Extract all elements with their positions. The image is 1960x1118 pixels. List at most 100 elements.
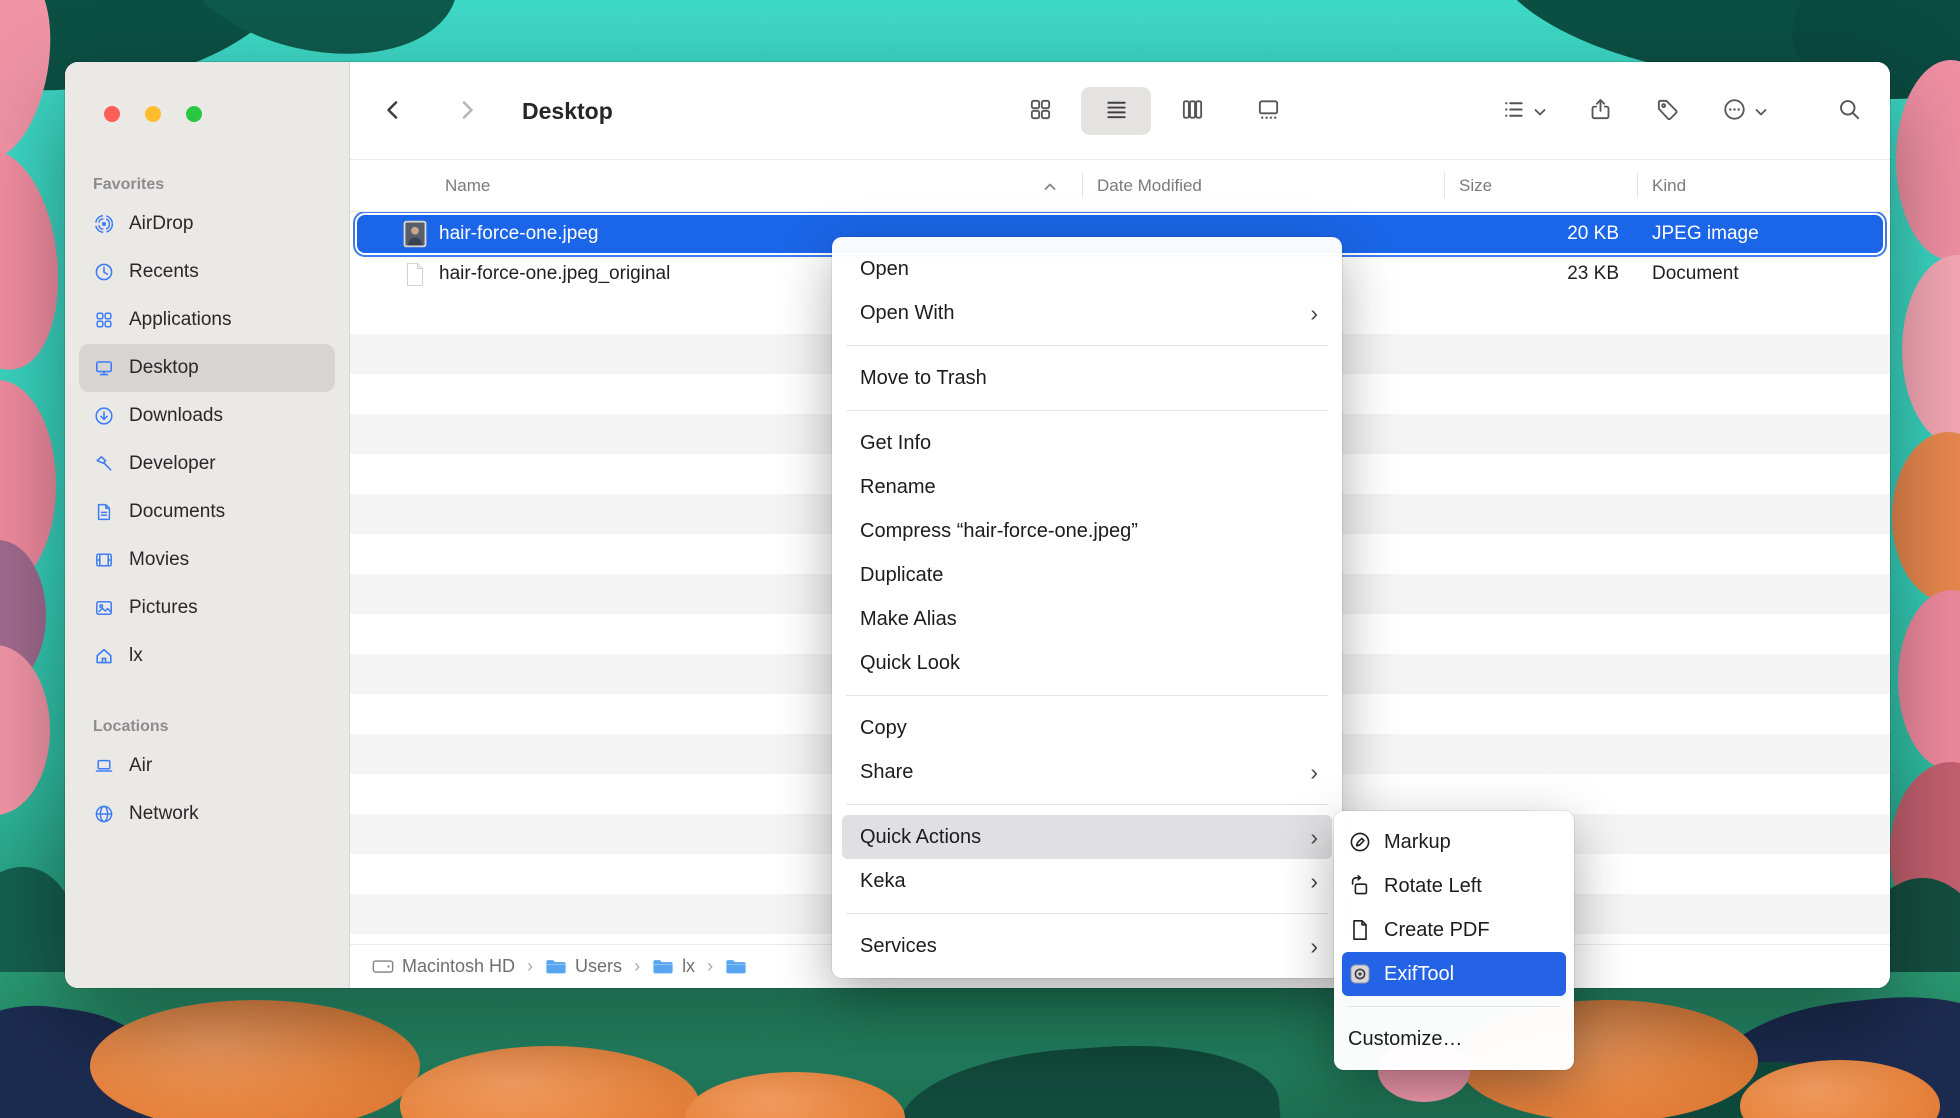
file-size: 20 KB [1444, 223, 1637, 245]
group-icon [1501, 97, 1526, 125]
column-divider[interactable] [1444, 173, 1445, 198]
submenu-item-rotate-left[interactable]: Rotate Left [1334, 864, 1574, 908]
path-item-users[interactable]: Users [545, 956, 622, 977]
exiftool-icon [1348, 963, 1372, 985]
sidebar-item-air[interactable]: Air [79, 742, 335, 790]
column-label: Size [1459, 176, 1492, 196]
sidebar-item-movies[interactable]: Movies [79, 536, 335, 584]
share-button[interactable] [1588, 97, 1613, 125]
sidebar-item-pictures[interactable]: Pictures [79, 584, 335, 632]
sidebar-item-label: Desktop [129, 357, 199, 379]
search-button[interactable] [1837, 97, 1862, 125]
menu-item-label: Duplicate [860, 564, 1318, 587]
more-circle-icon [1722, 97, 1747, 125]
context-menu: Open Open With› Move to Trash Get InfoRenam… [832, 237, 1342, 978]
column-divider[interactable] [1637, 173, 1638, 198]
menu-item-compress-hair-force-one-jpeg[interactable]: Compress “hair-force-one.jpeg” [832, 509, 1342, 553]
column-header-date-modified[interactable]: Date Modified [1082, 160, 1444, 211]
submenu-item-customize[interactable]: Customize… [1334, 1017, 1574, 1061]
airdrop-icon [93, 214, 115, 234]
document-icon [93, 502, 115, 522]
submenu-item-markup[interactable]: Markup [1334, 820, 1574, 864]
path-item-lx[interactable]: lx [652, 956, 695, 977]
gallery-view-button[interactable] [1233, 87, 1303, 135]
path-separator: › [634, 956, 640, 977]
submenu-item-exiftool[interactable]: ExifTool [1342, 952, 1566, 996]
back-button[interactable] [380, 87, 406, 135]
sidebar-item-label: AirDrop [129, 213, 193, 235]
menu-item-label: Open [860, 258, 1318, 281]
sidebar-item-developer[interactable]: Developer [79, 440, 335, 488]
forward-button[interactable] [454, 87, 480, 135]
sidebar-item-airdrop[interactable]: AirDrop [79, 200, 335, 248]
sidebar-item-network[interactable]: Network [79, 790, 335, 838]
file-name: hair-force-one.jpeg [439, 223, 598, 245]
desktop-icon [93, 358, 115, 378]
create-pdf-icon [1348, 919, 1372, 941]
sidebar: FavoritesAirDropRecentsApplicationsDeskt… [65, 62, 350, 988]
menu-item-open[interactable]: Open [832, 247, 1342, 291]
column-header-size[interactable]: Size [1444, 160, 1637, 211]
close-button[interactable] [104, 106, 120, 122]
sidebar-item-downloads[interactable]: Downloads [79, 392, 335, 440]
wallpaper-flower [0, 145, 68, 376]
menu-item-label: Quick Look [860, 652, 1318, 675]
menu-separator [846, 410, 1328, 411]
sidebar-item-label: lx [129, 645, 143, 667]
list-view-button[interactable] [1081, 87, 1151, 135]
menu-item-share[interactable]: Share› [832, 750, 1342, 794]
path-item-macintosh-hd[interactable]: Macintosh HD [372, 956, 515, 977]
minimize-button[interactable] [145, 106, 161, 122]
column-divider[interactable] [1082, 173, 1083, 198]
menu-item-label: Copy [860, 717, 1318, 740]
sidebar-item-desktop[interactable]: Desktop [79, 344, 335, 392]
more-actions-button[interactable] [1722, 97, 1767, 125]
sidebar-item-documents[interactable]: Documents [79, 488, 335, 536]
blank-document-icon [402, 261, 428, 288]
path-item-truncated[interactable] [725, 958, 747, 975]
menu-item-label: Services [860, 935, 1310, 958]
sidebar-item-label: Downloads [129, 405, 223, 427]
search-icon [1837, 97, 1862, 125]
sidebar-item-lx[interactable]: lx [79, 632, 335, 680]
sidebar-item-recents[interactable]: Recents [79, 248, 335, 296]
column-view-button[interactable] [1157, 87, 1227, 135]
menu-item-quick-actions[interactable]: Quick Actions› [842, 815, 1332, 859]
menu-item-open-with[interactable]: Open With› [832, 291, 1342, 335]
menu-item-move-to-trash[interactable]: Move to Trash [832, 356, 1342, 400]
path-item-label: Macintosh HD [402, 956, 515, 977]
zoom-button[interactable] [186, 106, 202, 122]
icon-view-button[interactable] [1005, 87, 1075, 135]
submenu-item-create-pdf[interactable]: Create PDF [1334, 908, 1574, 952]
menu-item-keka[interactable]: Keka› [832, 859, 1342, 903]
menu-item-quick-look[interactable]: Quick Look [832, 641, 1342, 685]
file-kind: Document [1637, 263, 1890, 285]
menu-separator [846, 913, 1328, 914]
tags-button[interactable] [1655, 97, 1680, 125]
submenu-arrow-icon: › [1310, 761, 1318, 784]
sidebar-item-label: Applications [129, 309, 231, 331]
menu-item-services[interactable]: Services› [832, 924, 1342, 968]
menu-item-get-info[interactable]: Get Info [832, 421, 1342, 465]
group-button[interactable] [1501, 97, 1546, 125]
column-label: Date Modified [1097, 176, 1202, 196]
markup-icon [1348, 831, 1372, 853]
wallpaper-flower [0, 645, 50, 815]
menu-item-label: Move to Trash [860, 367, 1318, 390]
wallpaper-flower [1902, 255, 1960, 445]
submenu-arrow-icon: › [1310, 302, 1318, 325]
forward-chevron-icon [454, 97, 480, 126]
submenu-item-label: Create PDF [1384, 919, 1490, 942]
menu-item-copy[interactable]: Copy [832, 706, 1342, 750]
menu-item-rename[interactable]: Rename [832, 465, 1342, 509]
menu-item-duplicate[interactable]: Duplicate [832, 553, 1342, 597]
window-controls [104, 106, 202, 122]
download-circle-icon [93, 406, 115, 426]
sidebar-item-label: Developer [129, 453, 216, 475]
sidebar-item-applications[interactable]: Applications [79, 296, 335, 344]
menu-item-label: Compress “hair-force-one.jpeg” [860, 520, 1318, 543]
menu-item-make-alias[interactable]: Make Alias [832, 597, 1342, 641]
menu-separator [846, 804, 1328, 805]
column-header-name[interactable]: Name [350, 160, 1082, 211]
column-header-kind[interactable]: Kind [1637, 160, 1890, 211]
